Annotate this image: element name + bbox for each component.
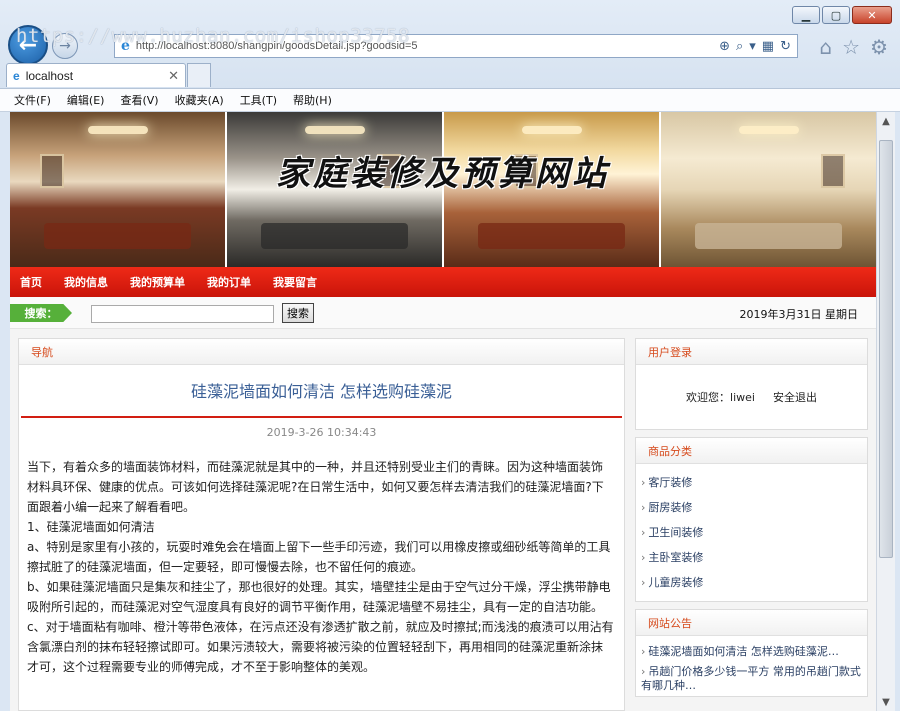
menu-tools[interactable]: 工具(T) [240, 92, 277, 108]
home-icon[interactable]: ⌂ [819, 35, 832, 59]
sidebar: 用户登录 欢迎您：liwei 安全退出 商品分类 客厅装修 厨房装修 卫生间装修… [635, 338, 868, 704]
minimize-button[interactable]: ▁ [792, 6, 820, 24]
category-box: 商品分类 客厅装修 厨房装修 卫生间装修 主卧室装修 儿童房装修 [635, 437, 868, 602]
article-paragraph: c、对于墙面粘有咖啡、橙汁等带色液体，在污点还没有渗透扩散之前，就应及时擦拭;而… [27, 620, 614, 674]
tab-label: localhost [25, 68, 74, 83]
title-divider [21, 416, 622, 418]
search-label: 搜索： [10, 304, 72, 322]
banner-image-lounge [661, 112, 876, 267]
compat-view-icon[interactable]: ⊕ [719, 39, 730, 54]
browser-chrome: ▁ ▢ ✕ ← → e http://localhost:8080/shangp… [0, 0, 900, 112]
section-label: 导航 [19, 339, 624, 365]
article-paragraph: 当下，有着众多的墙面装饰材料，而硅藻泥就是其中的一种，并且还特别受业主们的青睐。… [27, 460, 604, 514]
scroll-down-icon[interactable]: ▼ [877, 693, 895, 711]
category-item[interactable]: 主卧室装修 [636, 545, 867, 570]
menu-favorites[interactable]: 收藏夹(A) [175, 92, 224, 108]
article-paragraph: 1、硅藻泥墙面如何清洁 [27, 520, 155, 534]
menu-help[interactable]: 帮助(H) [293, 92, 332, 108]
new-tab-button[interactable] [187, 63, 211, 87]
scroll-up-icon[interactable]: ▲ [877, 112, 895, 130]
news-list: 硅藻泥墙面如何清洁 怎样选购硅藻泥… 吊趟门价格多少钱一平方 常用的吊趟门款式有… [636, 636, 867, 696]
browser-toolbar-right: ⌂ ☆ ⚙ [819, 35, 888, 59]
article-title: 硅藻泥墙面如何清洁 怎样选购硅藻泥 [190, 382, 453, 401]
logout-link[interactable]: 安全退出 [773, 389, 817, 405]
news-box: 网站公告 硅藻泥墙面如何清洁 怎样选购硅藻泥… 吊趟门价格多少钱一平方 常用的吊… [635, 609, 868, 697]
article-paragraph: a、特别是家里有小孩的，玩耍时难免会在墙面上留下一些手印污迹，我们可以用橡皮擦或… [27, 540, 611, 574]
site-nav: 首页 我的信息 我的预算单 我的订单 我要留言 [10, 267, 876, 297]
refresh-icon[interactable]: ↻ [780, 39, 791, 54]
menu-edit[interactable]: 编辑(E) [67, 92, 105, 108]
nav-leave-message[interactable]: 我要留言 [273, 274, 317, 290]
search-input[interactable] [91, 305, 274, 323]
menu-bar: 文件(F) 编辑(E) 查看(V) 收藏夹(A) 工具(T) 帮助(H) [0, 88, 900, 112]
login-box-title: 用户登录 [636, 339, 867, 365]
tab-close-icon[interactable]: ✕ [168, 68, 179, 84]
maximize-button[interactable]: ▢ [822, 6, 850, 24]
welcome-text: 欢迎您：liwei [686, 391, 755, 404]
search-button[interactable]: 搜索 [282, 303, 314, 323]
feed-icon[interactable]: ▦ [762, 39, 774, 54]
article-panel: 导航 硅藻泥墙面如何清洁 怎样选购硅藻泥 2019-3-26 10:34:43 … [18, 338, 625, 711]
search-icon[interactable]: ⌕ [736, 39, 743, 54]
login-box: 用户登录 欢迎您：liwei 安全退出 [635, 338, 868, 430]
login-body: 欢迎您：liwei 安全退出 [636, 365, 867, 429]
news-item[interactable]: 吊趟门价格多少钱一平方 常用的吊趟门款式有哪几种… [636, 662, 867, 696]
site-title: 家庭装修及预算网站 [276, 154, 609, 194]
window-controls: ▁ ▢ ✕ [792, 6, 892, 24]
watermark-text: https://www.huzhan.com/ishop33758 [16, 25, 410, 47]
category-box-title: 商品分类 [636, 438, 867, 464]
nav-home[interactable]: 首页 [20, 274, 42, 290]
nav-my-orders[interactable]: 我的订单 [207, 274, 251, 290]
article-body: 当下，有着众多的墙面装饰材料，而硅藻泥就是其中的一种，并且还特别受业主们的青睐。… [27, 457, 614, 677]
dropdown-icon[interactable]: ▾ [749, 39, 756, 54]
nav-my-budget[interactable]: 我的预算单 [130, 274, 185, 290]
scroll-thumb[interactable] [879, 140, 893, 558]
page-viewport: 家庭装修及预算网站 首页 我的信息 我的预算单 我的订单 我要留言 搜索： 搜索… [10, 112, 876, 711]
news-box-title: 网站公告 [636, 610, 867, 636]
ie-tab-icon: e [13, 68, 20, 83]
favorites-star-icon[interactable]: ☆ [842, 35, 860, 59]
article-date: 2019-3-26 10:34:43 [266, 426, 377, 439]
banner-image-bedroom [10, 112, 227, 267]
address-tools: ⊕ ⌕ ▾ ▦ ↻ [719, 39, 797, 54]
category-list: 客厅装修 厨房装修 卫生间装修 主卧室装修 儿童房装修 [636, 464, 867, 601]
category-item[interactable]: 客厅装修 [636, 470, 867, 495]
category-item[interactable]: 儿童房装修 [636, 570, 867, 595]
settings-gear-icon[interactable]: ⚙ [870, 35, 888, 59]
category-item[interactable]: 卫生间装修 [636, 520, 867, 545]
news-item[interactable]: 硅藻泥墙面如何清洁 怎样选购硅藻泥… [636, 642, 867, 662]
nav-my-info[interactable]: 我的信息 [64, 274, 108, 290]
current-date: 2019年3月31日 星期日 [739, 308, 859, 321]
search-row: 搜索： 搜索 2019年3月31日 星期日 [10, 297, 876, 329]
close-window-button[interactable]: ✕ [852, 6, 892, 24]
site-banner: 家庭装修及预算网站 [10, 112, 876, 267]
vertical-scrollbar[interactable]: ▲ ▼ [876, 112, 895, 711]
content-area: 导航 硅藻泥墙面如何清洁 怎样选购硅藻泥 2019-3-26 10:34:43 … [10, 329, 876, 711]
article-paragraph: b、如果硅藻泥墙面只是集灰和挂尘了，那也很好的处理。其实，墙壁挂尘是由于空气过分… [27, 580, 611, 614]
browser-tab[interactable]: e localhost ✕ [6, 63, 186, 87]
menu-file[interactable]: 文件(F) [14, 92, 51, 108]
category-item[interactable]: 厨房装修 [636, 495, 867, 520]
menu-view[interactable]: 查看(V) [120, 92, 158, 108]
